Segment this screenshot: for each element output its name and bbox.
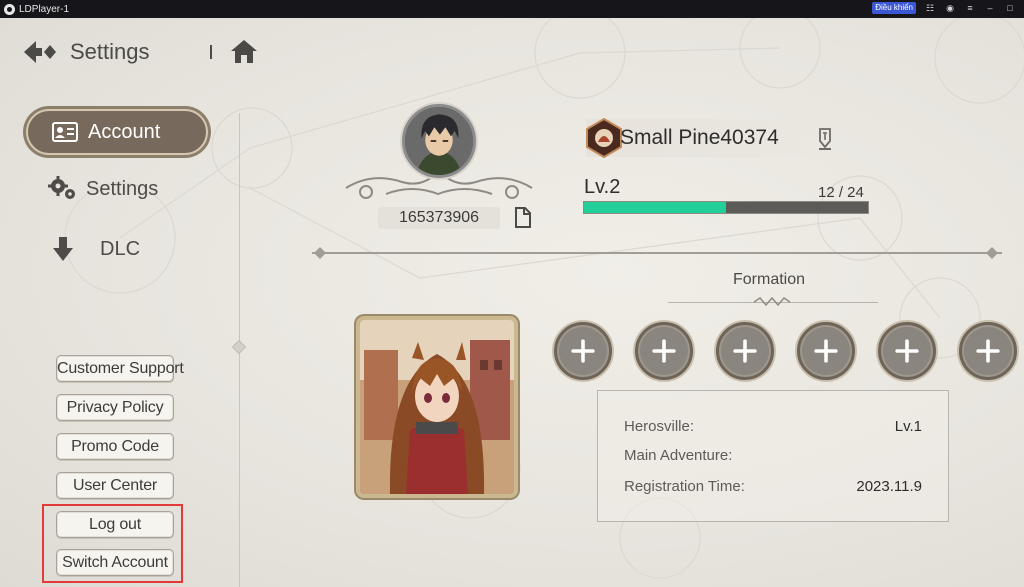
gamepad-icon[interactable]: ☷ xyxy=(924,3,936,14)
exp-progress-bar xyxy=(583,201,869,214)
formation-title: Formation xyxy=(733,271,806,288)
header-divider xyxy=(210,45,212,59)
menu-icon[interactable]: ≡ xyxy=(964,3,976,13)
exp-progress-fill xyxy=(584,202,726,213)
formation-slot-5[interactable] xyxy=(878,322,936,380)
account-info-panel: Herosville: Lv.1 Main Adventure: Registr… xyxy=(597,390,949,522)
main-adventure-label: Main Adventure: xyxy=(624,447,733,464)
plus-icon xyxy=(895,339,919,363)
divider-ornament-right xyxy=(986,247,998,259)
privacy-policy-button[interactable]: Privacy Policy xyxy=(56,394,174,421)
sidebar-item-account[interactable]: Account xyxy=(26,109,208,155)
sidebar-item-label: DLC xyxy=(100,237,141,260)
game-screen: Settings Account Settings DLC Customer S… xyxy=(0,18,1024,587)
sidebar-item-dlc[interactable]: DLC xyxy=(52,236,140,262)
formation-slot-4[interactable] xyxy=(797,322,855,380)
account-icon[interactable]: ◉ xyxy=(944,3,956,14)
emulator-titlebar: LDPlayer-1 Điều khiển ☷ ◉ ≡ – □ xyxy=(0,0,1024,18)
download-arrow-icon xyxy=(53,237,73,261)
hero-portrait-icon xyxy=(360,320,514,494)
titlebar-controls: Điều khiển ☷ ◉ ≡ – □ xyxy=(872,2,1016,14)
window-title: LDPlayer-1 xyxy=(19,3,70,15)
registration-time-label: Registration Time: xyxy=(624,478,745,495)
account-card-icon xyxy=(52,122,78,142)
divider-diamond xyxy=(231,339,247,355)
formation-slot-6[interactable] xyxy=(959,322,1017,380)
registration-time-value: 2023.11.9 xyxy=(856,478,922,495)
control-button[interactable]: Điều khiển xyxy=(872,2,916,14)
avatar-portrait-icon xyxy=(405,107,473,175)
page-header: Settings xyxy=(22,38,150,66)
hero-card[interactable] xyxy=(356,316,518,498)
gears-icon xyxy=(48,176,75,199)
plus-icon xyxy=(652,339,676,363)
player-name: Small Pine40374 xyxy=(620,126,779,149)
herosville-value: Lv.1 xyxy=(894,418,922,435)
highlight-box xyxy=(42,504,183,583)
home-icon[interactable] xyxy=(230,38,258,64)
formation-slot-1[interactable] xyxy=(554,322,612,380)
herosville-label: Herosville: xyxy=(624,418,695,435)
customer-support-button[interactable]: Customer Support xyxy=(56,355,184,382)
sidebar-item-label: Settings xyxy=(86,177,159,200)
minimize-icon[interactable]: – xyxy=(984,3,996,13)
exp-counter: 12 / 24 xyxy=(818,184,864,201)
page-title: Settings xyxy=(70,39,150,64)
rename-icon[interactable] xyxy=(816,127,834,151)
player-level: Lv.2 xyxy=(584,176,621,198)
section-divider xyxy=(312,252,1002,254)
rank-badge-icon xyxy=(586,118,622,158)
plus-icon xyxy=(814,339,838,363)
sidebar-item-settings[interactable]: Settings xyxy=(48,176,158,202)
sidebar-item-label: Account xyxy=(88,120,161,143)
formation-slot-2[interactable] xyxy=(635,322,693,380)
plus-icon xyxy=(571,339,595,363)
plus-icon xyxy=(976,339,1000,363)
formation-ornament xyxy=(753,297,791,307)
formation-slot-3[interactable] xyxy=(716,322,774,380)
promo-code-button[interactable]: Promo Code xyxy=(56,433,174,460)
divider-ornament-left xyxy=(314,247,326,259)
ldplayer-logo-icon xyxy=(4,3,15,15)
maximize-icon[interactable]: □ xyxy=(1004,3,1016,13)
back-arrow-icon[interactable] xyxy=(22,38,58,66)
player-uid: 165373906 xyxy=(378,207,500,229)
player-avatar[interactable] xyxy=(402,104,476,178)
user-center-button[interactable]: User Center xyxy=(56,472,174,499)
plus-icon xyxy=(733,339,757,363)
copy-icon[interactable] xyxy=(513,207,531,228)
